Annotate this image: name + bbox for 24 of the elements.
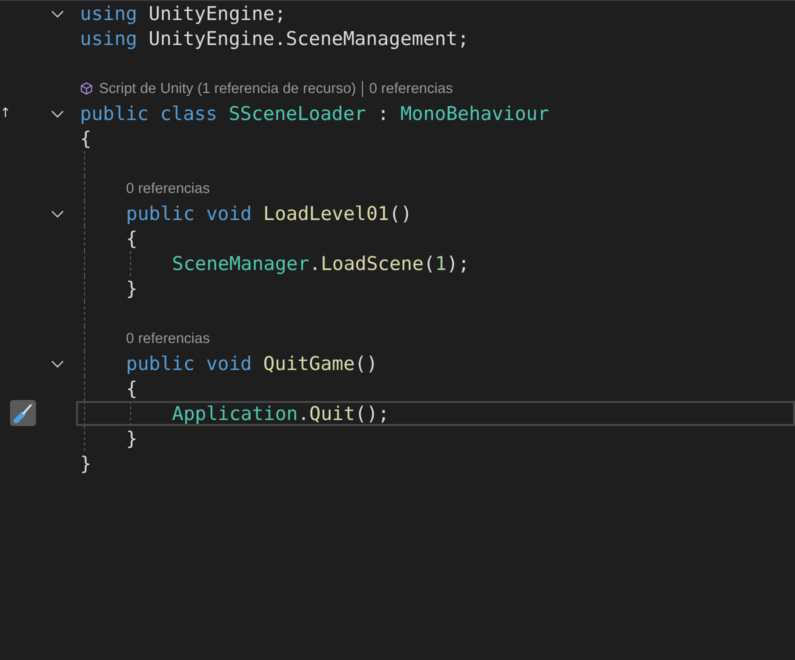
code-line: public void LoadLevel01()	[126, 202, 412, 224]
code-lens-link[interactable]: 0 referencias	[369, 80, 453, 96]
collapse-icon[interactable]	[51, 360, 64, 368]
code-line: }	[80, 452, 92, 474]
code-line: using UnityEngine;	[80, 2, 286, 24]
code-line: {	[126, 378, 138, 400]
code-line: }	[126, 428, 138, 450]
code-line: using UnityEngine.SceneManagement;	[80, 28, 469, 50]
cube-icon	[80, 82, 93, 95]
code-lens-link[interactable]: Script de Unity (1 referencia de recurso)	[99, 80, 356, 96]
code-line: {	[126, 228, 138, 250]
collapse-icon[interactable]	[51, 10, 64, 18]
code-lens-link[interactable]: 0 referencias	[126, 180, 210, 196]
navigation-arrow[interactable]: ↑	[0, 106, 11, 120]
code-line: SceneManager.LoadScene(1);	[172, 252, 470, 274]
code-line: public class SSceneLoader : MonoBehaviour	[80, 102, 550, 124]
code-line: {	[80, 128, 92, 150]
quick-action-icon[interactable]	[10, 400, 36, 426]
collapse-icon[interactable]	[51, 210, 64, 218]
code-line: }	[126, 278, 138, 300]
code-lens-link[interactable]: 0 referencias	[126, 330, 210, 346]
code-line: Application.Quit();	[172, 402, 390, 424]
code-line: public void QuitGame()	[126, 352, 378, 374]
collapse-icon[interactable]	[51, 110, 64, 118]
